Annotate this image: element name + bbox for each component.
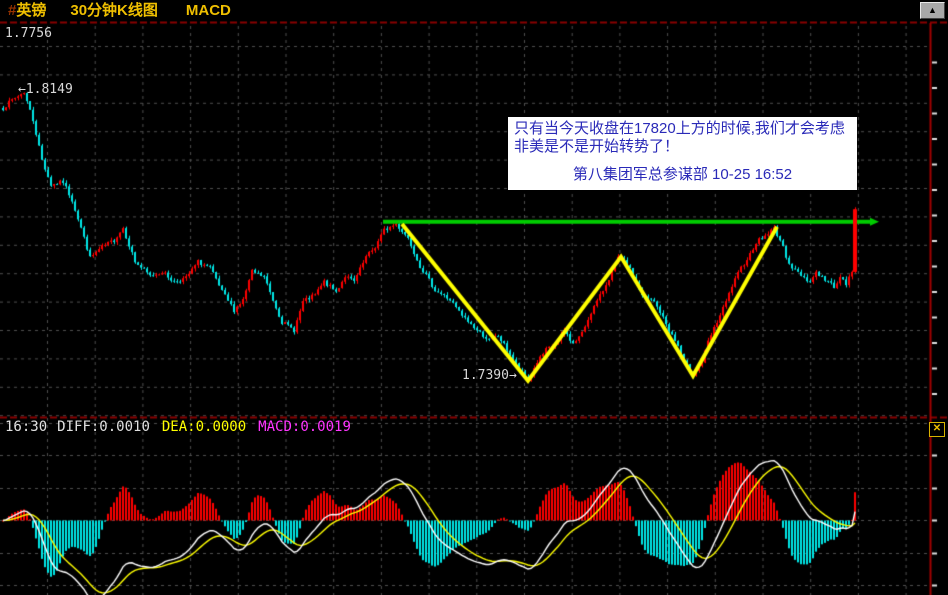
arrow-right-icon: → <box>508 368 517 383</box>
high-price-value: 1.8149 <box>25 82 73 97</box>
diff-value: DIFF:0.0010 <box>57 419 150 435</box>
symbol-name: 英镑 <box>16 2 47 19</box>
macd-value: MACD:0.0019 <box>258 419 351 435</box>
annotation-box: 只有当今天收盘在17820上方的时候,我们才会考虑非美是不是开始转势了！ 第八集… <box>508 117 857 190</box>
macd-header: 16:30 DIFF:0.0010 DEA:0.0000 MACD:0.0019 <box>5 419 351 435</box>
kline-macd-chart-canvas[interactable] <box>0 0 948 595</box>
current-price-label: 1.7756 <box>5 26 52 41</box>
scroll-up-button[interactable]: ▲ <box>920 2 945 19</box>
indicator-label: MACD <box>185 2 231 19</box>
close-icon: ✕ <box>932 423 942 434</box>
title-bar: #英镑 30分钟K线图 MACD <box>0 0 948 21</box>
dea-value: DEA:0.0000 <box>161 419 247 435</box>
period-label: 30分钟K线图 <box>70 2 158 19</box>
arrow-left-icon: ← <box>18 82 26 97</box>
annotation-text: 只有当今天收盘在17820上方的时候,我们才会考虑非美是不是开始转势了！ <box>514 120 845 156</box>
low-price-label: 1.7390→ <box>462 368 517 383</box>
high-price-label: ←1.8149 <box>18 82 73 97</box>
close-indicator-button[interactable]: ✕ <box>929 422 945 437</box>
annotation-signature: 第八集团军总参谋部 10-25 16:52 <box>572 165 793 183</box>
low-price-value: 1.7390 <box>462 368 509 383</box>
up-triangle-icon: ▲ <box>928 5 937 15</box>
trading-app-window: #英镑 30分钟K线图 MACD ▲ 1.7756 ←1.8149 1.7390→ … <box>0 0 948 595</box>
macd-time-label: 16:30 <box>5 419 48 435</box>
